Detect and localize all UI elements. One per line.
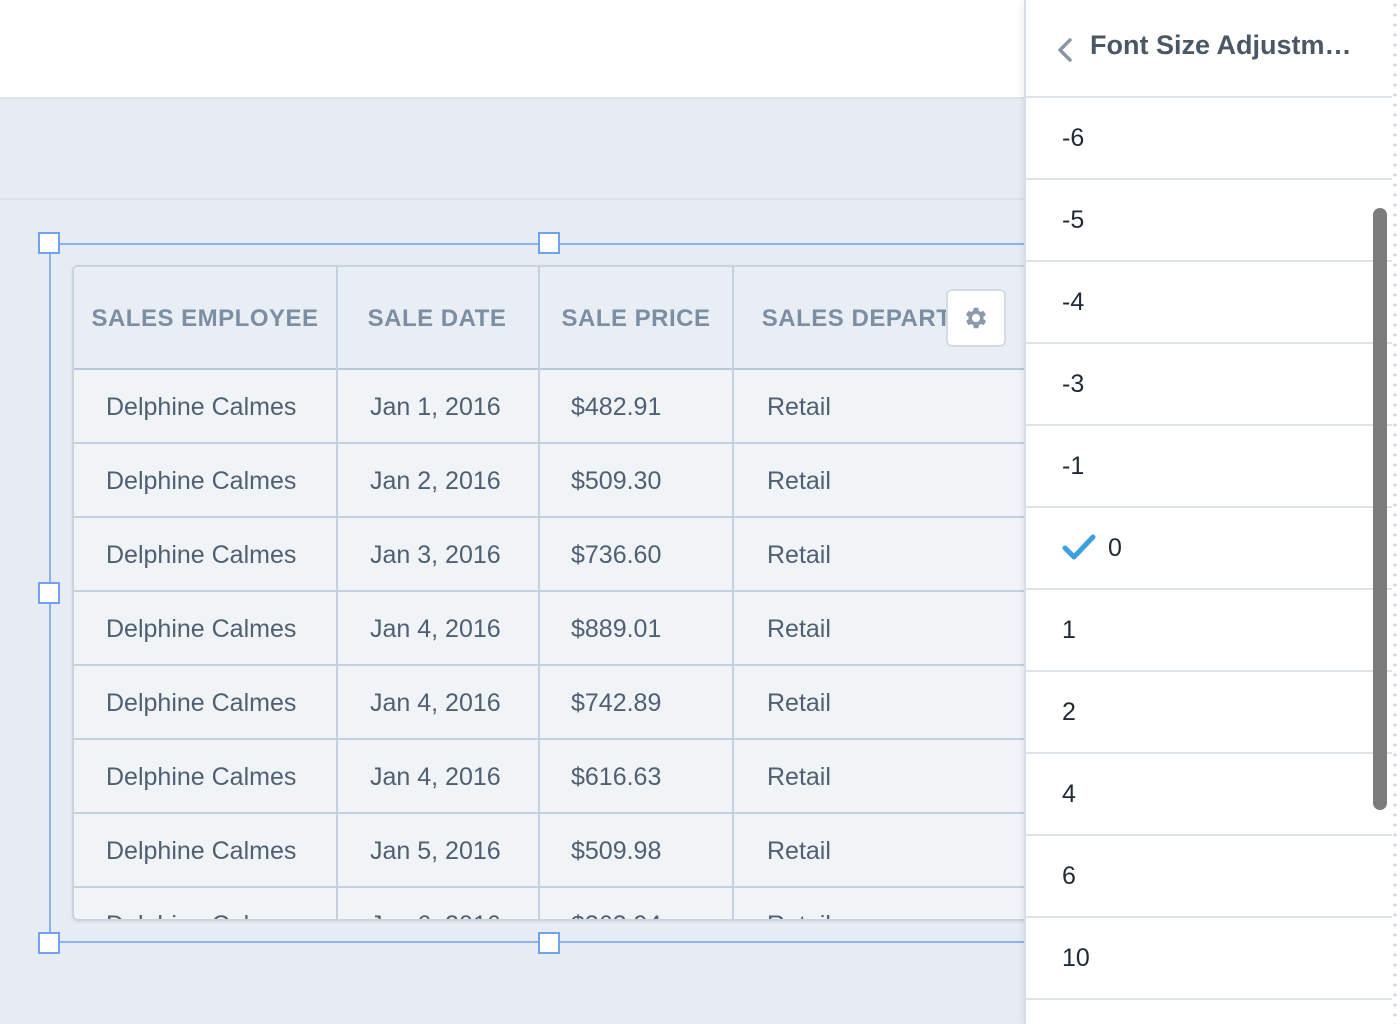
cell-sale-price: $509.30 xyxy=(571,466,662,495)
table-row[interactable]: Delphine Calmes Jan 4, 2016 $742.89 Retail xyxy=(74,666,1130,740)
cell-sale-price: $742.89 xyxy=(571,688,662,717)
cell-sales-employee: Delphine Calmes xyxy=(106,888,296,920)
table-settings-button[interactable] xyxy=(946,289,1006,347)
cell-sales-employee: Delphine Calmes xyxy=(106,392,297,421)
cell-sale-date: Jan 5, 2016 xyxy=(370,836,501,865)
resize-handle-top[interactable] xyxy=(538,232,560,254)
cell-sale-price: $889.01 xyxy=(571,614,662,643)
column-header-sale-price[interactable]: Sale Price xyxy=(538,267,734,370)
panel-scrollbar[interactable] xyxy=(1373,208,1387,810)
cell-sale-price: $509.98 xyxy=(571,836,662,865)
cell-sales-employee: Delphine Calmes xyxy=(106,762,297,791)
resize-handle-left[interactable] xyxy=(38,582,60,604)
gear-icon xyxy=(965,307,987,329)
resize-handle-top-left[interactable] xyxy=(38,232,60,254)
cell-sale-date: Jan 2, 2016 xyxy=(370,466,501,495)
font-size-option-label: 10 xyxy=(1062,943,1090,972)
font-size-option-label: -3 xyxy=(1062,369,1085,398)
panel-header[interactable]: Font Size Adjustm… xyxy=(1026,0,1392,98)
font-size-option[interactable]: 1 xyxy=(1026,590,1392,672)
cell-sales-employee: Delphine Calmes xyxy=(106,540,297,569)
cell-sales-department: Retail xyxy=(767,392,831,421)
resize-handle-bottom-left[interactable] xyxy=(38,932,60,954)
cell-sales-department: Retail xyxy=(767,614,831,643)
font-size-option-label: 1 xyxy=(1062,615,1076,644)
panel-edge-pattern xyxy=(1390,0,1400,1024)
chevron-left-icon[interactable] xyxy=(1054,36,1076,64)
cell-sale-date: Jan 4, 2016 xyxy=(370,688,501,717)
cell-sale-price: $736.60 xyxy=(571,540,662,569)
font-size-option[interactable]: 6 xyxy=(1026,836,1392,918)
table-row[interactable]: Delphine Calmes Jan 4, 2016 $616.63 Retail xyxy=(74,740,1130,814)
resize-handle-bottom[interactable] xyxy=(538,932,560,954)
font-size-option[interactable]: -6 xyxy=(1026,98,1392,180)
table-widget[interactable]: Sales Employee Sale Date Sale Price Sale… xyxy=(72,265,1132,921)
table-row[interactable]: Delphine Calmes Jan 5, 2016 $509.98 Retail xyxy=(74,814,1130,888)
font-size-option-label: -6 xyxy=(1062,123,1085,152)
column-divider xyxy=(538,267,540,919)
cell-sales-employee: Delphine Calmes xyxy=(106,466,297,495)
font-size-adjustment-panel: Font Size Adjustm… -6 -5 -4 -3 -1 0 1 2 4 6 10 xyxy=(1024,0,1400,1024)
cell-sale-price: $482.91 xyxy=(571,392,662,421)
cell-sales-employee: Delphine Calmes xyxy=(106,836,297,865)
cell-sale-date: Jan 4, 2016 xyxy=(370,614,501,643)
cell-sales-employee: Delphine Calmes xyxy=(106,688,297,717)
cell-sales-department: Retail xyxy=(767,888,831,920)
font-size-option[interactable]: -1 xyxy=(1026,426,1392,508)
cell-sales-department: Retail xyxy=(767,466,831,495)
cell-sale-date: Jan 3, 2016 xyxy=(370,540,501,569)
font-size-option-label: -5 xyxy=(1062,205,1085,234)
cell-sales-department: Retail xyxy=(767,762,831,791)
checkmark-icon xyxy=(1062,534,1096,560)
panel-title: Font Size Adjustm… xyxy=(1090,30,1352,60)
font-size-option-label: -4 xyxy=(1062,287,1085,316)
table-row[interactable]: Delphine Calmes Jan 2, 2016 $509.30 Retail xyxy=(74,444,1130,518)
cell-sale-price: $363.94 xyxy=(571,888,661,920)
font-size-option[interactable]: 2 xyxy=(1026,672,1392,754)
font-size-option[interactable]: 10 xyxy=(1026,918,1392,1000)
font-size-option-label: 4 xyxy=(1062,779,1076,808)
column-header-sales-employee[interactable]: Sales Employee xyxy=(74,267,336,370)
table-row[interactable]: Delphine Calmes Jan 3, 2016 $736.60 Retail xyxy=(74,518,1130,592)
column-divider xyxy=(336,267,338,919)
table-row[interactable]: Delphine Calmes Jan 1, 2016 $482.91 Retail xyxy=(74,370,1130,444)
font-size-option[interactable]: 0 xyxy=(1026,508,1392,590)
column-divider xyxy=(732,267,734,919)
font-size-option-label: 0 xyxy=(1108,533,1122,562)
font-size-option-label: -1 xyxy=(1062,451,1085,480)
cell-sale-date: Jan 6, 2016 xyxy=(370,888,501,920)
cell-sale-date: Jan 1, 2016 xyxy=(370,392,501,421)
font-size-option[interactable]: 4 xyxy=(1026,754,1392,836)
font-size-option[interactable]: -4 xyxy=(1026,262,1392,344)
table-row[interactable]: Delphine Calmes Jan 6, 2016 $363.94 Retail xyxy=(74,888,1130,920)
cell-sales-department: Retail xyxy=(767,540,831,569)
font-size-option[interactable]: -5 xyxy=(1026,180,1392,262)
table-row[interactable]: Delphine Calmes Jan 4, 2016 $889.01 Retail xyxy=(74,592,1130,666)
cell-sale-price: $616.63 xyxy=(571,762,662,791)
font-size-option-label: 2 xyxy=(1062,697,1076,726)
cell-sales-department: Retail xyxy=(767,688,831,717)
cell-sale-date: Jan 4, 2016 xyxy=(370,762,501,791)
font-size-option-label: 6 xyxy=(1062,861,1076,890)
cell-sales-employee: Delphine Calmes xyxy=(106,614,297,643)
cell-sales-department: Retail xyxy=(767,836,831,865)
font-size-option[interactable]: -3 xyxy=(1026,344,1392,426)
column-header-sale-date[interactable]: Sale Date xyxy=(336,267,538,370)
